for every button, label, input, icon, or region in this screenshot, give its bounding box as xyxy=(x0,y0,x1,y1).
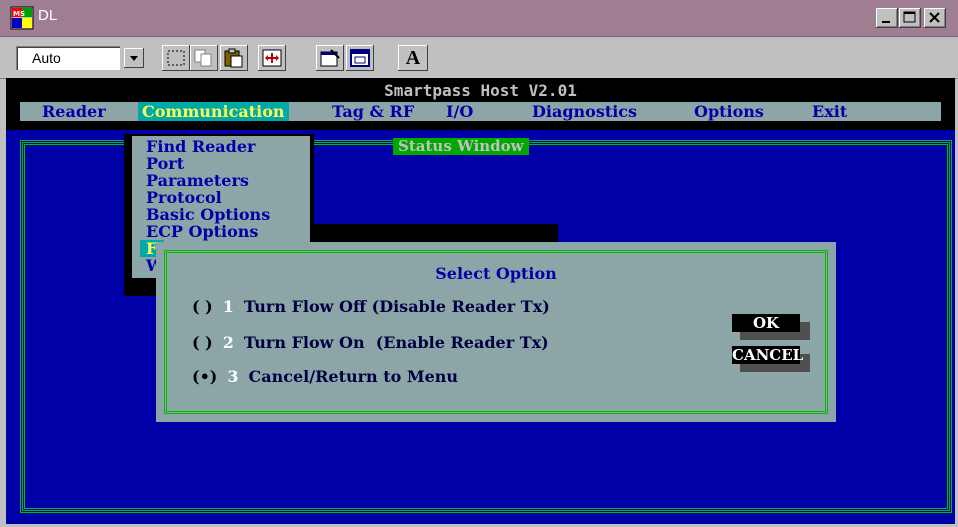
radio-button[interactable]: ( ) xyxy=(192,297,213,316)
menu-item-parameters[interactable]: Parameters xyxy=(146,172,249,189)
background-button[interactable] xyxy=(346,45,374,71)
menu-communication[interactable]: Communication xyxy=(138,102,289,121)
font-size-select[interactable]: Auto xyxy=(16,46,152,70)
window-title: DL xyxy=(38,7,58,24)
ok-button[interactable]: OK xyxy=(732,314,800,332)
minimize-icon xyxy=(882,21,890,23)
menu-bar: Reader Communication Tag & RF I/O Diagno… xyxy=(20,102,941,121)
app-title: Smartpass Host V2.01 xyxy=(384,81,577,100)
maximize-icon xyxy=(903,11,916,23)
properties-button[interactable] xyxy=(316,45,344,71)
menu-item-basic-options[interactable]: Basic Options xyxy=(146,206,270,223)
menu-shadow-bar xyxy=(310,224,558,244)
menu-item-ecp-options[interactable]: ECP Options xyxy=(146,223,258,240)
font-button[interactable]: A xyxy=(398,45,428,71)
menu-options[interactable]: Options xyxy=(690,102,768,121)
status-window-title: Status Window xyxy=(393,138,529,155)
menu-exit[interactable]: Exit xyxy=(808,102,851,121)
properties-icon xyxy=(320,49,340,67)
copy-icon xyxy=(194,49,212,67)
dropdown-arrow-button[interactable] xyxy=(124,48,144,68)
title-bar[interactable]: MS DL xyxy=(0,0,958,37)
option-turn-flow-on[interactable]: ( ) 2 Turn Flow On (Enable Reader Tx) xyxy=(192,334,549,352)
option-cancel-return[interactable]: (•) 3 Cancel/Return to Menu xyxy=(192,368,458,386)
menu-reader[interactable]: Reader xyxy=(38,102,110,121)
option-number: 2 xyxy=(222,333,234,352)
menu-item-find-reader[interactable]: Find Reader xyxy=(146,138,255,155)
menu-io[interactable]: I/O xyxy=(442,102,477,121)
copy-button[interactable] xyxy=(190,45,218,71)
menu-item-port[interactable]: Port xyxy=(146,155,184,172)
option-turn-flow-off[interactable]: ( ) 1 Turn Flow Off (Disable Reader Tx) xyxy=(192,298,550,316)
close-icon xyxy=(929,12,940,23)
radio-button[interactable]: ( ) xyxy=(192,333,213,352)
option-label: Turn Flow Off (Disable Reader Tx) xyxy=(243,297,550,316)
radio-button[interactable]: (•) xyxy=(192,367,217,386)
menu-item-protocol[interactable]: Protocol xyxy=(146,189,222,206)
menu-tag-rf[interactable]: Tag & RF xyxy=(328,102,418,121)
dialog-title: Select Option xyxy=(435,264,557,283)
option-label: Cancel/Return to Menu xyxy=(248,367,459,386)
font-size-value[interactable]: Auto xyxy=(16,46,120,70)
option-label: Turn Flow On (Enable Reader Tx) xyxy=(243,333,549,352)
menu-diagnostics[interactable]: Diagnostics xyxy=(528,102,641,121)
select-option-dialog: Select Option ( ) 1 Turn Flow Off (Disable… xyxy=(156,242,836,422)
option-number: 3 xyxy=(227,367,239,386)
maximize-button[interactable] xyxy=(899,8,921,28)
option-number: 1 xyxy=(222,297,234,316)
mark-icon xyxy=(167,50,185,66)
toolbar: Auto A xyxy=(0,37,958,79)
paste-icon xyxy=(224,48,243,68)
close-button[interactable] xyxy=(924,8,946,28)
ms-dos-icon: MS xyxy=(10,6,34,30)
background-icon xyxy=(350,49,370,67)
mark-button[interactable] xyxy=(162,45,190,71)
full-screen-button[interactable] xyxy=(258,45,286,71)
cancel-button[interactable]: CANCEL xyxy=(732,346,803,364)
paste-button[interactable] xyxy=(220,45,248,71)
minimize-button[interactable] xyxy=(876,8,898,28)
console-area[interactable]: Smartpass Host V2.01 Reader Communicatio… xyxy=(6,78,955,524)
chevron-down-icon xyxy=(130,56,138,61)
full-screen-icon xyxy=(262,49,282,67)
svg-text:MS: MS xyxy=(13,10,25,18)
